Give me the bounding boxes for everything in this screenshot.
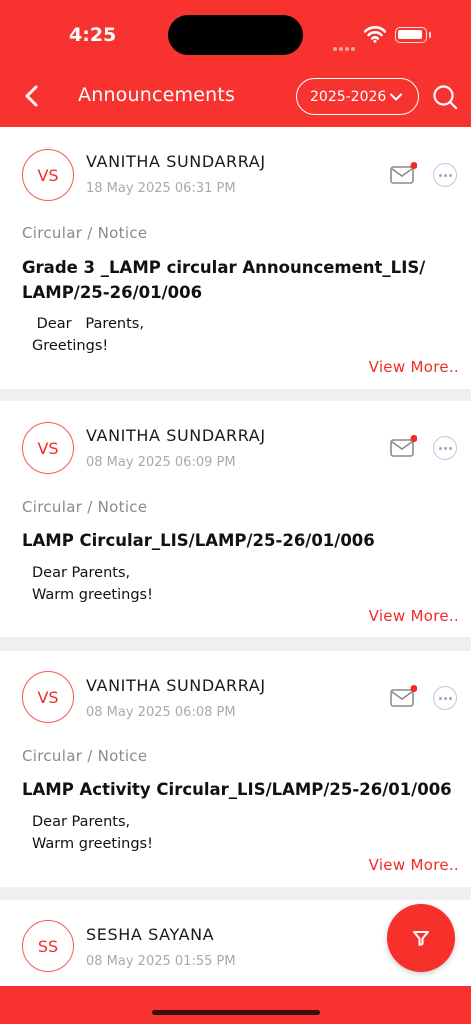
mail-icon[interactable] bbox=[389, 435, 417, 459]
home-indicator[interactable] bbox=[152, 1010, 320, 1015]
view-more-link[interactable]: View More.. bbox=[369, 358, 459, 376]
announcement-title: Grade 3 _LAMP circular Announcement_LIS/… bbox=[22, 258, 426, 302]
avatar: VS bbox=[22, 422, 74, 474]
chevron-down-icon bbox=[390, 93, 402, 101]
author-name: VANITHA SUNDARRAJ bbox=[86, 152, 266, 171]
battery-icon bbox=[395, 27, 431, 43]
mail-icon[interactable] bbox=[389, 162, 417, 186]
academic-year-select[interactable]: 2025-2026 bbox=[296, 78, 419, 115]
announcement-card[interactable]: VS VANITHA SUNDARRAJ 18 May 2025 06:31 P… bbox=[0, 127, 471, 389]
academic-year-value: 2025-2026 bbox=[310, 88, 387, 105]
page-title: Announcements bbox=[78, 84, 236, 106]
back-button[interactable] bbox=[18, 82, 46, 110]
category-label: Circular / Notice bbox=[22, 498, 148, 516]
post-date: 08 May 2025 01:55 PM bbox=[86, 954, 236, 969]
mail-icon[interactable] bbox=[389, 685, 417, 709]
body-line: Warm greetings! bbox=[32, 836, 153, 852]
announcement-card[interactable]: VS VANITHA SUNDARRAJ 08 May 2025 06:09 P… bbox=[0, 401, 471, 637]
post-date: 08 May 2025 06:08 PM bbox=[86, 705, 236, 720]
bottom-bar bbox=[0, 986, 471, 1024]
post-date: 18 May 2025 06:31 PM bbox=[86, 181, 236, 196]
announcement-title: LAMP Activity Circular_LIS/LAMP/25-26/01… bbox=[22, 780, 452, 799]
body-line: Dear Parents, bbox=[32, 565, 131, 581]
filter-button[interactable] bbox=[387, 904, 455, 972]
wifi-icon bbox=[364, 26, 386, 43]
more-options-button[interactable] bbox=[433, 686, 457, 710]
cellular-signal-icon bbox=[333, 38, 357, 56]
more-options-button[interactable] bbox=[433, 163, 457, 187]
body-line: Dear Parents, bbox=[32, 316, 144, 332]
post-date: 08 May 2025 06:09 PM bbox=[86, 455, 236, 470]
announcement-title: LAMP Circular_LIS/LAMP/25-26/01/006 bbox=[22, 531, 375, 550]
app-header: 4:25 Announcements 2025-2026 bbox=[0, 0, 471, 127]
dynamic-island bbox=[168, 15, 303, 55]
filter-icon bbox=[413, 931, 429, 946]
body-line: Dear Parents, bbox=[32, 814, 131, 830]
avatar: VS bbox=[22, 671, 74, 723]
author-name: SESHA SAYANA bbox=[86, 925, 215, 944]
category-label: Circular / Notice bbox=[22, 747, 148, 765]
more-options-button[interactable] bbox=[433, 436, 457, 460]
author-name: VANITHA SUNDARRAJ bbox=[86, 676, 266, 695]
status-time: 4:25 bbox=[69, 24, 117, 46]
body-line: Warm greetings! bbox=[32, 587, 153, 603]
avatar: VS bbox=[22, 149, 74, 201]
view-more-link[interactable]: View More.. bbox=[369, 856, 459, 874]
announcement-card[interactable]: VS VANITHA SUNDARRAJ 08 May 2025 06:08 P… bbox=[0, 651, 471, 887]
body-line: Greetings! bbox=[32, 338, 109, 354]
search-button[interactable] bbox=[432, 84, 458, 110]
view-more-link[interactable]: View More.. bbox=[369, 607, 459, 625]
category-label: Circular / Notice bbox=[22, 224, 148, 242]
avatar: SS bbox=[22, 920, 74, 972]
author-name: VANITHA SUNDARRAJ bbox=[86, 426, 266, 445]
